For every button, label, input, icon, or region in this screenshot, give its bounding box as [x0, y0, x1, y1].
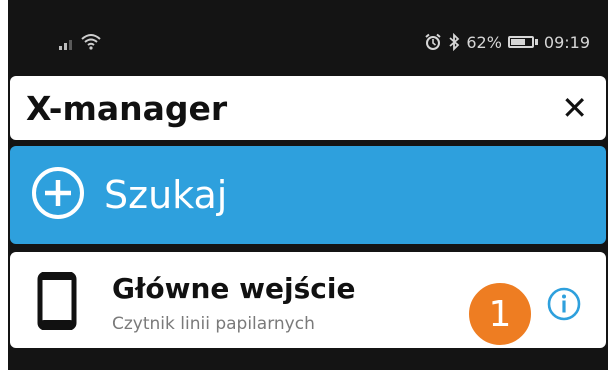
wifi-icon — [80, 32, 102, 54]
search-button-label: Szukaj — [104, 173, 228, 217]
status-left — [58, 30, 102, 54]
phone-icon — [36, 271, 78, 334]
status-right: 62% 09:19 — [424, 30, 590, 54]
status-time: 09:19 — [543, 32, 590, 52]
search-button[interactable]: Szukaj — [10, 146, 606, 244]
search-bar[interactable]: X-manager ✕ — [10, 76, 606, 140]
info-icon[interactable] — [544, 284, 584, 328]
device-title: Główne wejście — [112, 272, 356, 305]
bluetooth-icon — [448, 33, 460, 51]
plus-circle-icon — [30, 165, 86, 225]
battery-fill — [510, 39, 525, 45]
battery-icon — [507, 36, 538, 48]
search-input[interactable]: X-manager — [26, 89, 227, 128]
signal-icon — [58, 35, 74, 54]
close-icon[interactable]: ✕ — [561, 92, 588, 124]
alarm-icon — [424, 33, 442, 51]
step-badge: 1 — [466, 280, 534, 348]
status-bar: 62% 09:19 — [8, 0, 608, 70]
device-subtitle: Czytnik linii papilarnych — [112, 314, 315, 334]
battery-percent: 62% — [466, 32, 502, 52]
